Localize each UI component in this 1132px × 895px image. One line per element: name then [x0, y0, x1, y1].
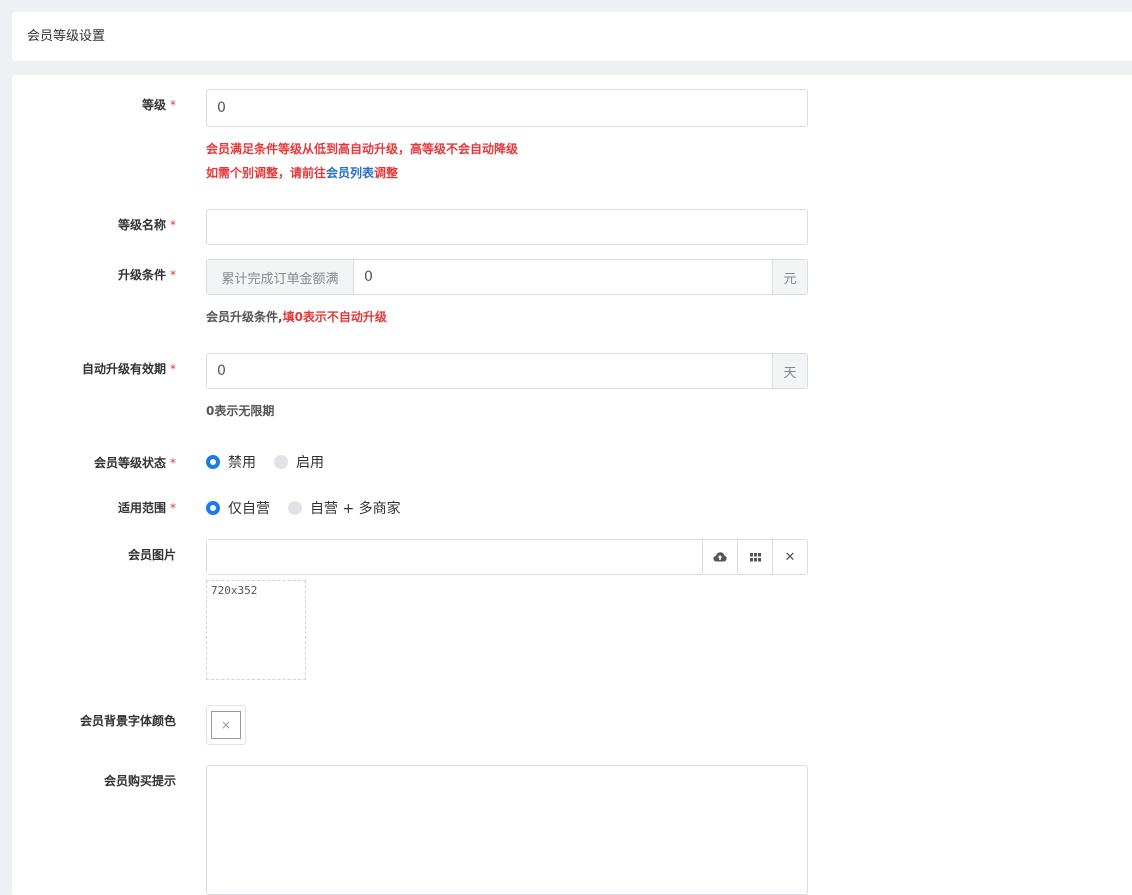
level-hint-line1: 会员满足条件等级从低到高自动升级，高等级不会自动降级	[206, 142, 519, 156]
required-mark: *	[170, 98, 176, 112]
radio-label: 启用	[296, 455, 324, 471]
radio-checked-icon	[206, 501, 220, 515]
color-picker[interactable]: ×	[206, 705, 246, 745]
scope-radio-group: 仅自营 自营 + 多商家	[206, 498, 419, 518]
level-name-label-text: 等级名称	[117, 218, 166, 232]
required-mark: *	[170, 456, 176, 470]
upgrade-condition-hint: 会员升级条件,填0表示不自动升级	[206, 309, 387, 325]
cloud-upload-icon	[713, 552, 727, 562]
upgrade-condition-label-text: 升级条件	[117, 268, 166, 282]
auto-upgrade-validity-label: 自动升级有效期 *	[82, 361, 176, 377]
grid-icon	[749, 552, 761, 561]
level-input[interactable]	[207, 90, 807, 126]
scope-self-multi-radio[interactable]: 自营 + 多商家	[288, 498, 401, 518]
top-strip	[0, 0, 1132, 12]
level-hint-suffix: 调整	[374, 166, 399, 180]
level-label: 等级 *	[142, 97, 176, 113]
required-mark: *	[170, 362, 176, 376]
image-preview-placeholder[interactable]: 720x352	[206, 580, 306, 680]
upgrade-hint-red: 填0表示不自动升级	[282, 310, 387, 324]
auto-upgrade-validity-label-text: 自动升级有效期	[81, 362, 166, 376]
level-hint-line2: 如需个别调整，请前往会员列表调整	[206, 165, 398, 181]
page-title: 会员等级设置	[27, 29, 106, 44]
auto-upgrade-validity-input[interactable]	[207, 354, 772, 388]
required-mark: *	[170, 268, 176, 282]
scope-self-only-radio[interactable]: 仅自营	[206, 498, 270, 518]
level-name-input-wrapper	[206, 209, 808, 245]
scope-label: 适用范围 *	[118, 500, 176, 516]
gallery-button[interactable]	[737, 540, 772, 574]
level-name-input[interactable]	[207, 210, 807, 244]
scope-label-text: 适用范围	[117, 501, 166, 515]
radio-label: 仅自营	[228, 501, 270, 517]
auto-upgrade-validity-suffix: 天	[772, 354, 807, 388]
radio-label: 禁用	[228, 455, 256, 471]
purchase-tip-textarea[interactable]	[206, 765, 808, 895]
purchase-tip-label: 会员购买提示	[103, 774, 176, 788]
upload-button[interactable]	[702, 540, 737, 574]
color-swatch: ×	[211, 711, 241, 739]
level-status-enabled-radio[interactable]: 启用	[274, 452, 324, 472]
radio-unchecked-icon	[288, 501, 302, 515]
level-hint-prefix: 如需个别调整，请前往	[206, 166, 327, 180]
radio-unchecked-icon	[274, 455, 288, 469]
level-status-label-text: 会员等级状态	[93, 456, 166, 470]
member-image-label: 会员图片	[127, 548, 176, 562]
close-icon: ✕	[784, 549, 796, 565]
radio-label: 自营 + 多商家	[310, 501, 401, 517]
required-mark: *	[170, 501, 176, 515]
auto-upgrade-validity-hint: 0表示无限期	[206, 404, 275, 418]
upgrade-condition-suffix: 元	[772, 260, 807, 294]
level-status-label: 会员等级状态 *	[94, 455, 176, 471]
auto-upgrade-validity-group: 天	[206, 353, 808, 389]
level-input-wrapper	[206, 89, 808, 127]
header-card: 会员等级设置	[12, 12, 1132, 61]
member-list-link[interactable]: 会员列表	[326, 166, 374, 180]
upgrade-condition-group: 累计完成订单金额满 元	[206, 259, 808, 295]
no-color-icon: ×	[220, 718, 232, 732]
upgrade-condition-label: 升级条件 *	[118, 267, 176, 283]
member-image-input[interactable]	[207, 540, 702, 574]
level-status-radio-group: 禁用 启用	[206, 452, 342, 472]
radio-checked-icon	[206, 455, 220, 469]
upgrade-condition-input[interactable]	[354, 260, 772, 294]
image-size-hint: 720x352	[211, 584, 258, 597]
required-mark: *	[170, 218, 176, 232]
level-status-disabled-radio[interactable]: 禁用	[206, 452, 256, 472]
level-name-label: 等级名称 *	[118, 217, 176, 233]
bg-font-color-label: 会员背景字体颜色	[79, 714, 176, 728]
level-label-text: 等级	[141, 98, 166, 112]
upgrade-hint-gray: 会员升级条件,	[206, 310, 283, 324]
upgrade-condition-prefix: 累计完成订单金额满	[207, 260, 354, 294]
member-image-group: ✕	[206, 539, 808, 575]
clear-image-button[interactable]: ✕	[772, 540, 807, 574]
